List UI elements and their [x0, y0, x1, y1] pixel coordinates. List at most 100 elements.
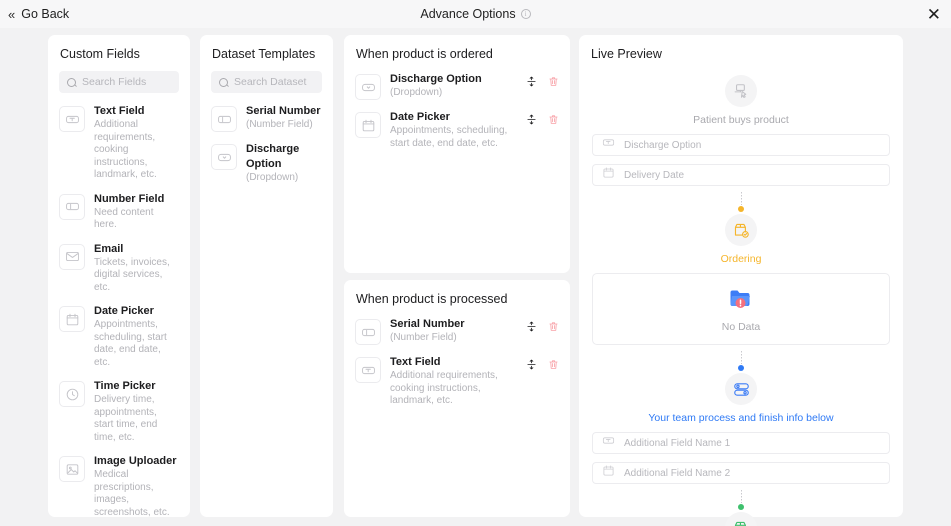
field-text: Text Field Additional requirements, cooki… [390, 355, 510, 408]
step-label: Ordering [720, 253, 762, 265]
field-name: Date Picker [390, 111, 450, 123]
field-text: Time Picker Delivery time, appointments, … [94, 379, 179, 444]
field-row[interactable]: Number Field Need content here. [59, 187, 179, 237]
trash-icon[interactable] [548, 320, 559, 333]
header-title-group: Advance Options i [0, 7, 951, 21]
field-row[interactable]: Serial Number (Number Field) [211, 99, 322, 137]
when-ordered-list: Discharge Option (Dropdown) Date Picker App… [344, 61, 570, 165]
preview-input-field[interactable]: Delivery Date [592, 164, 890, 186]
when-processed-list: Serial Number (Number Field) Text Field Add… [344, 306, 570, 423]
row-actions [526, 110, 559, 126]
calendar-icon [355, 112, 381, 138]
field-name: Image Uploader [94, 455, 177, 467]
live-preview-body: Patient buys product Discharge Option Deli… [579, 61, 903, 526]
field-name: Serial Number [390, 318, 465, 330]
page-title: Advance Options [420, 7, 516, 21]
field-name: Email [94, 242, 124, 255]
field-text: Discharge Option (Dropdown) [390, 72, 482, 100]
field-text: Date Picker Appointments, scheduling, sta… [390, 110, 510, 150]
field-name: Number Field [94, 192, 165, 205]
preview-input-placeholder: Additional Field Name 1 [624, 437, 731, 449]
field-text: Text Field Additional requirements, cooki… [94, 104, 179, 182]
close-icon[interactable]: ✕ [927, 6, 941, 23]
when-ordered-title: When product is ordered [356, 47, 493, 61]
search-fields-input[interactable]: Search Fields [59, 71, 179, 93]
step-label: Your team process and finish info below [648, 412, 834, 424]
when-product-ordered-panel: When product is ordered Discharge Option… [344, 35, 570, 273]
trash-icon[interactable] [548, 113, 559, 126]
field-text: Discharge Option (Dropdown) [246, 142, 322, 185]
preview-step-ordering: Ordering [592, 214, 890, 265]
clock-icon [59, 381, 85, 407]
field-row[interactable]: Serial Number (Number Field) [355, 312, 559, 350]
drag-handle-icon[interactable] [526, 75, 537, 88]
drag-handle-icon[interactable] [526, 320, 537, 333]
field-row[interactable]: Date Picker Appointments, scheduling, sta… [355, 105, 559, 155]
field-description: (Dropdown) [390, 87, 443, 98]
row-actions [526, 317, 559, 333]
field-description: Need content here. [94, 206, 154, 231]
search-dataset-input[interactable]: Search Dataset [211, 71, 322, 93]
row-actions [526, 72, 559, 88]
field-row[interactable]: Text Field Additional requirements, cooki… [355, 350, 559, 413]
calendar-icon [602, 166, 615, 184]
preview-input-field[interactable]: Additional Field Name 2 [592, 462, 890, 484]
info-icon[interactable]: i [520, 9, 531, 19]
text-field-icon [602, 434, 615, 452]
preview-input-field[interactable]: Additional Field Name 1 [592, 432, 890, 454]
field-description: Delivery time, appointments, start time,… [94, 394, 158, 443]
field-description: Additional requirements, cooking instruc… [390, 370, 498, 406]
dropdown-icon [355, 74, 381, 100]
preview-step-complete: Order Complete [592, 512, 890, 526]
field-name: Serial Number [246, 105, 321, 117]
preview-step-process: Your team process and finish info below [592, 373, 890, 424]
field-name: Text Field [390, 356, 441, 368]
trash-icon[interactable] [548, 75, 559, 88]
step-connector [592, 490, 890, 510]
field-description: (Number Field) [246, 119, 313, 130]
field-text: Email Tickets, invoices, digital services… [94, 242, 179, 295]
field-description: Tickets, invoices, digital services, etc… [94, 256, 170, 293]
field-row[interactable]: Discharge Option (Dropdown) [355, 67, 559, 105]
search-fields-placeholder: Search Fields [82, 76, 147, 88]
step-label: Patient buys product [693, 114, 789, 126]
custom-fields-title: Custom Fields [60, 47, 140, 61]
field-name: Text Field [94, 105, 145, 117]
field-description: (Number Field) [390, 332, 457, 343]
advance-options-screen: « Go Back Advance Options i ✕ Custom Fie… [0, 0, 951, 526]
settings-sliders-icon [725, 373, 757, 405]
header-bar: « Go Back Advance Options i ✕ [0, 0, 951, 28]
field-row[interactable]: Date Picker Appointments, scheduling, sta… [59, 299, 179, 374]
preview-input-placeholder: Additional Field Name 2 [624, 467, 731, 479]
trash-icon[interactable] [548, 358, 559, 371]
no-data-label: No Data [721, 321, 761, 333]
number-field-icon [355, 319, 381, 345]
number-field-icon [59, 193, 85, 220]
calendar-icon [59, 306, 85, 332]
dataset-templates-list: Serial Number (Number Field) Discharge Opt… [200, 93, 333, 200]
email-icon [59, 243, 85, 270]
drag-handle-icon[interactable] [526, 358, 537, 371]
package-check-icon [725, 214, 757, 246]
drag-handle-icon[interactable] [526, 113, 537, 126]
preview-input-field[interactable]: Discharge Option [592, 134, 890, 156]
field-row[interactable]: Time Picker Delivery time, appointments, … [59, 374, 179, 449]
image-icon [59, 456, 85, 482]
field-row[interactable]: Text Field Additional requirements, cooki… [59, 99, 179, 187]
field-description: Medical prescriptions, images, screensho… [94, 469, 170, 518]
no-data-box: No Data [592, 273, 890, 345]
field-row[interactable]: Image Uploader Medical prescriptions, ima… [59, 449, 179, 524]
calendar-icon [602, 464, 615, 482]
folder-alert-icon [728, 286, 754, 315]
search-icon [67, 77, 76, 87]
preview-input-placeholder: Delivery Date [624, 169, 685, 181]
field-text: Serial Number (Number Field) [390, 317, 465, 345]
field-row[interactable]: Email Tickets, invoices, digital services… [59, 237, 179, 300]
live-preview-title: Live Preview [591, 47, 662, 61]
field-name: Discharge Option [246, 143, 300, 170]
custom-fields-list: Text Field Additional requirements, cooki… [48, 93, 190, 526]
row-actions [526, 355, 559, 371]
field-description: Appointments, scheduling, start date, en… [94, 319, 167, 368]
field-row[interactable]: Discharge Option (Dropdown) [211, 137, 322, 190]
field-description: Additional requirements, cooking instruc… [94, 119, 157, 180]
